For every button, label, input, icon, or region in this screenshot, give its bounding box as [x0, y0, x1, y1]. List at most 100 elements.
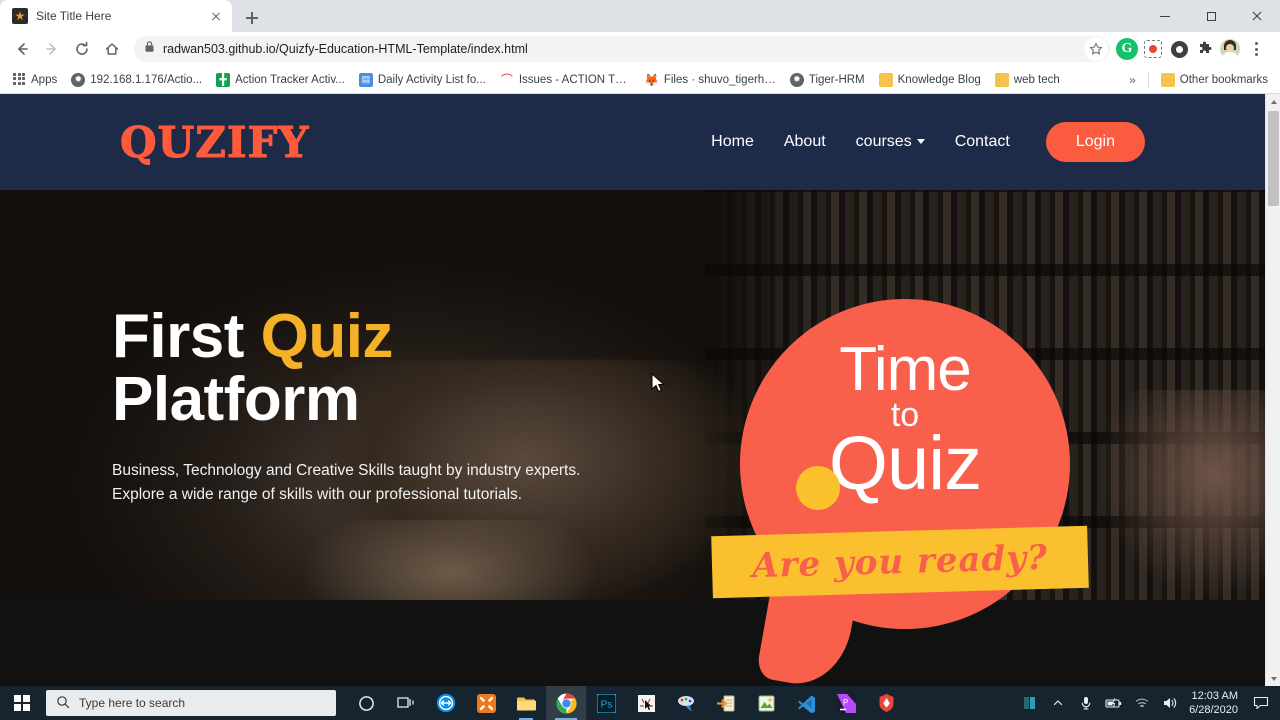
nav-link-about[interactable]: About [784, 133, 826, 151]
hero-heading: First Quiz Platform [112, 305, 672, 431]
quizfy-website: QUZIFY Home About courses Contact Login [0, 94, 1265, 686]
phpstorm-icon[interactable]: P [826, 686, 866, 720]
bubble-line-time: Time [839, 335, 972, 404]
apps-grid-icon [12, 72, 26, 87]
hero-person-silhouette-3 [1095, 390, 1265, 600]
file-explorer-icon[interactable] [506, 686, 546, 720]
grammarly-icon[interactable]: G [1116, 38, 1138, 60]
forward-arrow-icon[interactable] [38, 35, 66, 63]
svg-text:P: P [843, 698, 848, 707]
scrollbar-thumb[interactable] [1268, 111, 1279, 206]
battery-icon[interactable] [1101, 686, 1127, 720]
bookmark-folder[interactable]: Knowledge Blog [873, 70, 987, 90]
teamviewer-icon[interactable] [426, 686, 466, 720]
tab-title: Site Title Here [36, 9, 112, 23]
browser-tab[interactable]: ★ Site Title Here [0, 0, 232, 32]
bookmark-star-icon[interactable] [1084, 37, 1108, 61]
clock-date: 6/28/2020 [1189, 704, 1238, 716]
site-nav-menu: Home About courses Contact Login [711, 122, 1145, 162]
taskbar-app-icons: Ps P [346, 686, 906, 720]
globe-icon: ✹ [789, 72, 804, 87]
extensions-puzzle-icon[interactable] [1194, 38, 1216, 60]
nav-link-contact[interactable]: Contact [955, 133, 1010, 151]
wifi-icon[interactable] [1129, 686, 1155, 720]
divider [1147, 71, 1149, 88]
hero-heading-part2: Platform [112, 365, 360, 435]
nav-link-courses[interactable]: courses [856, 133, 925, 151]
windows-start-icon[interactable] [0, 686, 44, 720]
nav-link-courses-label: courses [855, 133, 912, 150]
hero-heading-part1: First [112, 302, 261, 371]
scroll-down-arrow-icon[interactable] [1266, 671, 1280, 686]
hero-text-block: First Quiz Platform Business, Technology… [112, 305, 672, 508]
hero-paragraph-line2: Explore a wide range of skills with our … [112, 486, 523, 504]
apps-label: Apps [31, 73, 58, 86]
reload-icon[interactable] [68, 35, 96, 63]
photoshop-icon[interactable]: Ps [586, 686, 626, 720]
extension-dark-icon[interactable] [1168, 38, 1190, 60]
cortana-icon[interactable] [346, 686, 386, 720]
bookmarks-overflow-button[interactable]: » [1123, 73, 1142, 87]
nav-link-home[interactable]: Home [711, 133, 754, 151]
show-hidden-icons[interactable] [1045, 686, 1071, 720]
hero-person-silhouette-2 [300, 520, 600, 600]
close-icon[interactable] [1234, 0, 1280, 32]
bookmarks-bar: Apps ✹ 192.168.1.176/Actio... ╋ Action T… [0, 66, 1280, 94]
image-viewer-icon[interactable] [746, 686, 786, 720]
maximize-icon[interactable] [1188, 0, 1234, 32]
lock-icon [144, 40, 155, 58]
vs-code-icon[interactable] [786, 686, 826, 720]
bookmark-item[interactable]: 🦊 Files · shuvo_tigerhr... [639, 70, 782, 90]
ready-banner-text: Are you ready? [751, 537, 1049, 587]
scroll-up-arrow-icon[interactable] [1266, 94, 1280, 109]
quiz-bubble-graphic: Time to Quiz Are you ready? [711, 299, 1092, 686]
red-arc-icon: ⌒ [500, 73, 513, 87]
folder-icon [878, 72, 893, 87]
close-icon[interactable] [208, 8, 224, 24]
bookmark-folder[interactable]: web tech [989, 70, 1066, 90]
bookmark-item[interactable]: ✹ Tiger-HRM [784, 70, 871, 90]
other-bookmarks-folder[interactable]: Other bookmarks [1155, 70, 1274, 90]
file-transfer-icon[interactable] [706, 686, 746, 720]
screen-recorder-icon[interactable] [1142, 38, 1164, 60]
microphone-icon[interactable] [1073, 686, 1099, 720]
task-view-icon[interactable] [386, 686, 426, 720]
tab-strip: ★ Site Title Here [0, 0, 1280, 32]
login-button[interactable]: Login [1045, 122, 1145, 162]
hero-heading-accent: Quiz [260, 302, 394, 371]
back-arrow-icon[interactable] [8, 35, 36, 63]
paint-tool-icon[interactable] [666, 686, 706, 720]
site-logo[interactable]: QUZIFY [119, 117, 309, 167]
bookmark-item[interactable]: ⌒ Issues - ACTION TR... [494, 70, 637, 90]
ready-banner: Are you ready? [711, 525, 1089, 599]
bookmark-item[interactable]: ╋ Action Tracker Activ... [210, 70, 351, 90]
address-bar[interactable]: radwan503.github.io/Quizfy-Education-HTM… [134, 36, 1110, 62]
home-icon[interactable] [98, 35, 126, 63]
site-header: QUZIFY Home About courses Contact Login [0, 94, 1265, 190]
chrome-menu-icon[interactable] [1244, 42, 1268, 56]
screen-capture-icon[interactable] [626, 686, 666, 720]
profile-avatar[interactable] [1220, 39, 1240, 59]
taskbar-search-input[interactable]: Type here to search [46, 690, 336, 716]
page-scrollbar[interactable] [1265, 94, 1280, 686]
bookmark-item[interactable]: ▤ Daily Activity List fo... [353, 70, 492, 90]
gitlab-fox-icon: 🦊 [644, 72, 660, 87]
notification-icon[interactable] [1248, 686, 1274, 720]
apps-shortcut[interactable]: Apps [6, 70, 63, 90]
folder-icon [1160, 72, 1175, 87]
xampp-icon[interactable] [466, 686, 506, 720]
blue-doc-icon: ▤ [358, 72, 373, 87]
windows-taskbar: Type here to search Ps P 12:03 AM 6/28/2… [0, 686, 1280, 720]
chrome-icon[interactable] [546, 686, 586, 720]
minimize-icon[interactable] [1142, 0, 1188, 32]
page-viewport: QUZIFY Home About courses Contact Login [0, 94, 1280, 686]
chevron-down-icon [916, 139, 925, 145]
tray-app-icon[interactable] [1017, 686, 1043, 720]
volume-icon[interactable] [1157, 686, 1183, 720]
new-tab-button[interactable] [238, 4, 266, 32]
taskbar-clock[interactable]: 12:03 AM 6/28/2020 [1185, 689, 1246, 718]
extension-icons: G [1116, 38, 1272, 60]
bookmark-item[interactable]: ✹ 192.168.1.176/Actio... [65, 70, 208, 90]
bubble-q-dot-icon [796, 466, 840, 511]
brave-icon[interactable] [866, 686, 906, 720]
